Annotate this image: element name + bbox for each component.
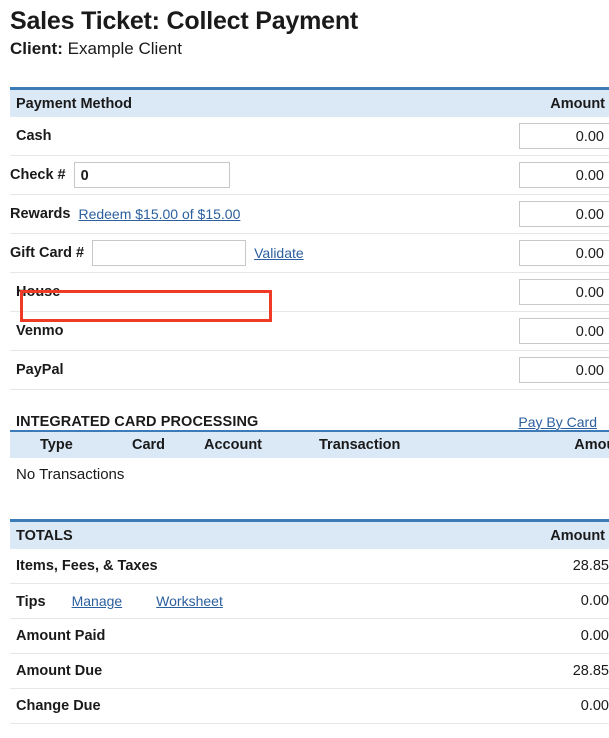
table-row-check: Check # 0 0.00 — [10, 155, 609, 195]
paypal-amount-input[interactable]: 0.00 — [519, 357, 609, 383]
pay-by-card-link[interactable]: Pay By Card — [518, 414, 597, 430]
table-row-rewards: Rewards Redeem $15.00 of $15.00 0.00 — [10, 194, 609, 234]
house-label: House — [10, 272, 461, 312]
page-title: Sales Ticket: Collect Payment — [10, 7, 359, 35]
totals-row-change-due: Change Due 0.00 — [10, 688, 609, 724]
totals-row-items-fees-taxes: Items, Fees, & Taxes 28.85 — [10, 549, 609, 584]
validate-gift-card-link[interactable]: Validate — [254, 245, 304, 261]
totals-row-amount-due: Amount Due 28.85 — [10, 653, 609, 689]
table-row-cash: Cash 0.00 — [10, 117, 609, 156]
sales-ticket-page: Sales Ticket: Collect Payment Client: Ex… — [0, 6, 609, 738]
check-cell: Check # 0 — [10, 155, 461, 195]
amount-due-value: 28.85 — [461, 653, 609, 689]
rewards-amount-input[interactable]: 0.00 — [519, 201, 609, 227]
change-due-label: Change Due — [10, 688, 461, 724]
column-header-type: Type — [10, 430, 132, 458]
rewards-label: Rewards — [10, 206, 71, 222]
client-name: Example Client — [67, 39, 182, 58]
client-line: Client: Example Client — [10, 38, 599, 60]
payment-methods-section: Payment Method Amount Cash 0.00 Check # … — [10, 87, 609, 390]
cash-amount-input[interactable]: 0.00 — [519, 123, 609, 149]
cash-amount-cell: 0.00 — [461, 117, 609, 156]
venmo-amount-input[interactable]: 0.00 — [519, 318, 609, 344]
check-amount-input[interactable]: 0.00 — [519, 162, 609, 188]
column-header-transaction: Transaction — [319, 430, 499, 458]
tips-cell: Tips Manage Worksheet — [10, 583, 461, 619]
totals-column-header: TOTALS — [10, 519, 461, 549]
change-due-value: 0.00 — [461, 688, 609, 724]
gift-card-number-input[interactable] — [92, 240, 247, 266]
items-fees-taxes-value: 28.85 — [461, 549, 609, 584]
amount-paid-label: Amount Paid — [10, 618, 461, 654]
venmo-amount-cell: 0.00 — [461, 311, 609, 351]
client-label: Client: — [10, 39, 63, 58]
no-transactions-message: No Transactions — [16, 466, 125, 483]
paypal-amount-cell: 0.00 — [461, 350, 609, 390]
manage-tips-link[interactable]: Manage — [72, 593, 123, 609]
house-amount-cell: 0.00 — [461, 272, 609, 312]
integrated-card-processing-title: INTEGRATED CARD PROCESSING — [16, 414, 259, 430]
payment-table-header: Payment Method Amount — [10, 87, 609, 117]
totals-table-header: TOTALS Amount — [10, 519, 609, 549]
totals-row-amount-paid: Amount Paid 0.00 — [10, 618, 609, 654]
rewards-cell: Rewards Redeem $15.00 of $15.00 — [10, 194, 461, 234]
table-row-paypal: PayPal 0.00 — [10, 350, 609, 390]
rewards-amount-cell: 0.00 — [461, 194, 609, 234]
cash-label: Cash — [10, 117, 461, 156]
tips-worksheet-link[interactable]: Worksheet — [156, 593, 223, 609]
gift-card-cell: Gift Card # Validate — [10, 233, 461, 273]
gift-card-label: Gift Card # — [10, 245, 85, 261]
gift-card-amount-cell: 0.00 — [461, 233, 609, 273]
items-fees-taxes-label: Items, Fees, & Taxes — [10, 549, 461, 584]
transactions-table: Type Card Account Transaction Amount — [10, 430, 609, 458]
amount-paid-value: 0.00 — [461, 618, 609, 654]
redeem-rewards-link[interactable]: Redeem $15.00 of $15.00 — [78, 206, 240, 222]
check-amount-cell: 0.00 — [461, 155, 609, 195]
totals-row-tips: Tips Manage Worksheet 0.00 — [10, 583, 609, 619]
gift-card-amount-input[interactable]: 0.00 — [519, 240, 609, 266]
venmo-label: Venmo — [10, 311, 461, 351]
table-row-house: House 0.00 — [10, 272, 609, 312]
check-label: Check # — [10, 167, 66, 183]
amount-due-label: Amount Due — [10, 653, 461, 689]
check-number-input[interactable]: 0 — [73, 162, 230, 188]
column-header-amount: Amount — [499, 430, 609, 458]
payment-amount-column-header: Amount — [461, 87, 609, 117]
column-header-card: Card — [132, 430, 204, 458]
table-row-venmo: Venmo 0.00 — [10, 311, 609, 351]
house-amount-input[interactable]: 0.00 — [519, 279, 609, 305]
integrated-card-processing-header: INTEGRATED CARD PROCESSING Pay By Card — [10, 404, 599, 430]
column-header-account: Account — [204, 430, 319, 458]
tips-links: Manage Worksheet — [72, 593, 223, 609]
tips-label: Tips — [16, 593, 46, 610]
totals-table: TOTALS Amount Items, Fees, & Taxes 28.85… — [10, 519, 609, 724]
table-row-gift-card: Gift Card # Validate 0.00 — [10, 233, 609, 273]
tips-value: 0.00 — [461, 583, 609, 619]
transactions-table-header: Type Card Account Transaction Amount — [10, 430, 609, 458]
payment-method-table: Payment Method Amount Cash 0.00 Check # … — [10, 87, 609, 390]
totals-amount-column-header: Amount — [461, 519, 609, 549]
paypal-label: PayPal — [10, 350, 461, 390]
payment-method-column-header: Payment Method — [10, 87, 461, 117]
